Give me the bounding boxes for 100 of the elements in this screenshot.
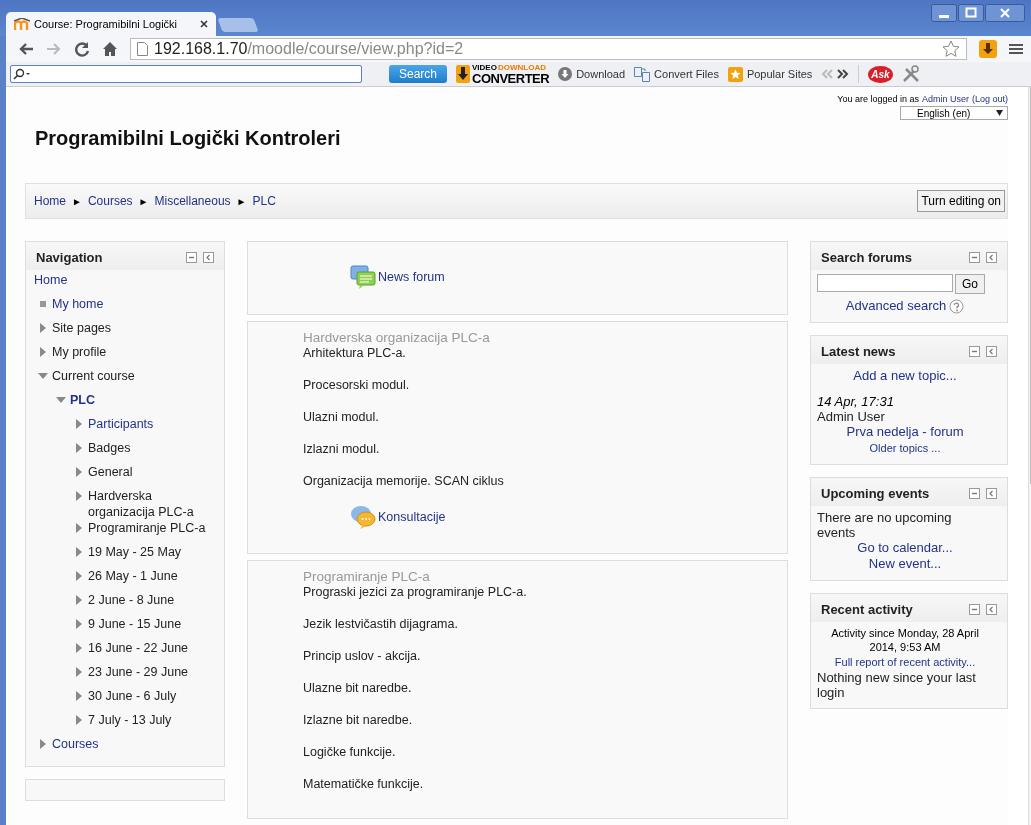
navigation-item[interactable]: Site pages [52,320,112,336]
navigation-item[interactable]: Home [34,272,68,288]
section-text: Izlazne bit naredbe. [303,712,414,729]
navigation-item[interactable]: 23 June - 29 June [88,664,189,680]
toolbar-link[interactable]: Download [558,67,626,81]
block-title: Upcoming events [821,486,930,501]
navigation-item[interactable]: 19 May - 25 May [88,544,182,560]
navigation-item[interactable]: Badges [88,440,131,456]
block-link[interactable]: Full report of recent activity... [834,654,976,670]
block-controls-icon[interactable] [969,604,997,615]
breadcrumb-link[interactable]: PLC [252,194,276,208]
breadcrumb-link[interactable]: Home [34,194,66,208]
tools-icon[interactable] [901,65,920,83]
expand-arrow-icon[interactable] [76,419,82,429]
block-link[interactable]: Older topics ... [869,440,941,456]
section-text: Prograski jezici za programiranje PLC-a. [303,584,528,601]
block-link[interactable]: Go to calendar... [857,540,953,556]
toolbar-search-field[interactable] [10,65,362,83]
minimize-icon[interactable] [931,4,957,22]
block-link[interactable]: Add a new topic... [853,368,957,384]
expand-arrow-icon[interactable] [40,739,46,749]
block-controls-icon[interactable] [969,346,997,357]
navigation-item[interactable]: 30 June - 6 July [88,688,177,704]
collapse-arrow-icon[interactable] [38,373,48,379]
expand-arrow-icon[interactable] [40,323,46,333]
navigation-item[interactable]: 2 June - 8 June [88,592,175,608]
navigation-item[interactable]: Hardverska organizacija PLC-a [88,488,220,520]
maximize-icon[interactable] [958,4,984,22]
navigation-item[interactable]: My profile [52,344,107,360]
star-badge-icon [727,66,743,82]
download-arrow-icon [456,65,471,83]
expand-arrow-icon[interactable] [76,523,82,533]
back-arrow-icon[interactable] [18,42,34,56]
block-controls-icon[interactable] [969,252,997,263]
navigation-item[interactable]: Programiranje PLC-a [88,520,206,536]
block-title: Recent activity [821,602,913,617]
expand-arrow-icon[interactable] [76,467,82,477]
navigation-item[interactable]: 26 May - 1 June [88,568,178,584]
section-text: Logičke funkcije. [303,744,397,761]
block-title: Latest news [821,344,896,359]
user-link[interactable]: Admin User [921,94,969,104]
expand-arrow-icon[interactable] [40,347,46,357]
navigation-item[interactable]: Courses [52,736,99,752]
chat-bubbles-icon [350,505,376,529]
expand-arrow-icon[interactable] [76,491,82,501]
navigation-item[interactable]: My home [52,296,104,312]
expand-arrow-icon[interactable] [76,595,82,605]
help-icon[interactable] [949,298,965,314]
forum-search-field[interactable] [817,274,953,292]
expand-arrow-icon[interactable] [76,547,82,557]
turn-editing-on-button[interactable]: Turn editing on [917,190,1005,212]
navigation-item[interactable]: 16 June - 22 June [88,640,189,656]
double-chevron-icon[interactable] [821,69,850,79]
expand-arrow-icon[interactable] [76,443,82,453]
block-controls-icon[interactable] [186,252,214,263]
download-extension-icon[interactable] [979,40,997,58]
star-icon[interactable] [942,40,960,58]
section-text: Princip uslov - akcija. [303,648,422,665]
language-select[interactable]: English (en) [900,106,1008,120]
video-converter-logo[interactable]: VIDEODOWNLOAD CONVERTER [456,63,550,85]
ask-logo[interactable]: Ask [868,65,893,83]
navigation-item[interactable]: 9 June - 15 June [88,616,182,632]
browser-tab[interactable]: Course: Programibilni Logički [6,12,216,36]
forum-icon [350,265,376,289]
expand-arrow-icon[interactable] [76,667,82,677]
collapse-arrow-icon[interactable] [56,397,66,403]
close-icon[interactable] [985,4,1025,22]
close-icon[interactable] [200,20,208,28]
expand-arrow-icon[interactable] [76,715,82,725]
expand-arrow-icon[interactable] [76,691,82,701]
address-field[interactable]: 192.168.1.70/moodle/course/view.php?id=2 [130,38,967,60]
expand-arrow-icon[interactable] [76,571,82,581]
block-link[interactable]: Prva nedelja - forum [846,424,964,440]
menu-icon[interactable] [1009,42,1023,56]
block-controls-icon[interactable] [969,488,997,499]
home-icon[interactable] [102,41,118,57]
forward-arrow-icon[interactable] [46,42,62,56]
block-link[interactable]: New event... [868,556,942,572]
reload-icon[interactable] [74,41,90,57]
new-tab-button[interactable] [217,18,259,32]
go-button[interactable]: Go [955,274,985,294]
expand-arrow-icon[interactable] [76,619,82,629]
navigation-item[interactable]: General [88,464,133,480]
section-text: Ulazni modul. [303,409,380,426]
expand-arrow-icon[interactable] [76,643,82,653]
advanced-search-link[interactable]: Advanced search [845,298,947,314]
activity-link[interactable]: News forum [378,270,445,284]
toolbar-link[interactable]: Convert Files [634,66,719,82]
logout-link[interactable]: (Log out) [971,94,1008,104]
navigation-item[interactable]: 7 July - 13 July [88,712,172,728]
breadcrumb-separator: ► [72,195,82,207]
documents-icon [634,66,651,82]
section-text: Arhitektura PLC-a. [303,345,407,362]
navigation-item[interactable]: Current course [52,368,135,384]
navigation-item[interactable]: PLC [70,392,95,408]
activity-link[interactable]: Konsultacije [378,510,446,524]
navigation-item[interactable]: Participants [88,416,154,432]
breadcrumb-link[interactable]: Courses [87,194,133,208]
toolbar-link[interactable]: Popular Sites [727,66,813,82]
breadcrumb-link[interactable]: Miscellaneous [154,194,231,208]
